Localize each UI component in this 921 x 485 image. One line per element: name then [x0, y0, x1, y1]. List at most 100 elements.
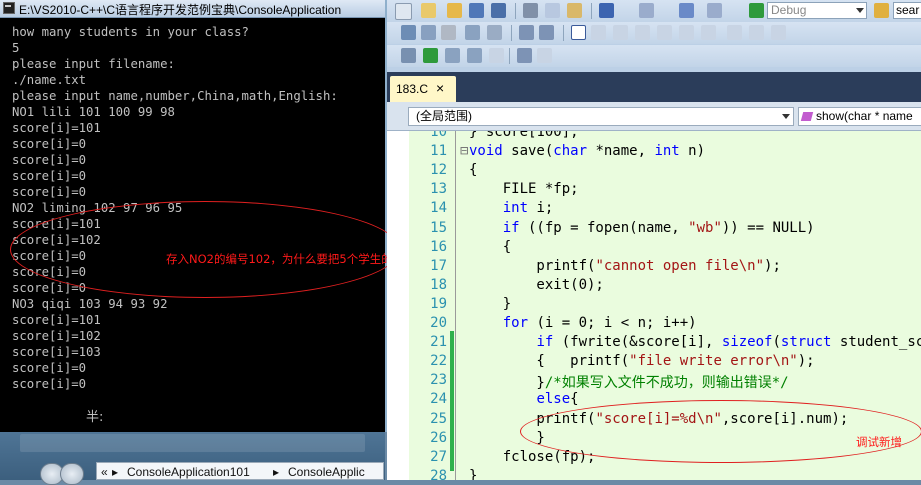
code-token: { — [570, 391, 579, 408]
undo-icon[interactable] — [599, 3, 614, 18]
code-token: } — [469, 375, 545, 392]
rebuild-icon[interactable] — [445, 48, 460, 63]
console-line: score[i]=103 — [12, 345, 101, 359]
code-token: ((fp = fopen(name, — [519, 219, 689, 236]
find-input[interactable]: sear — [893, 2, 921, 19]
previous-bookmark-icon[interactable] — [635, 25, 650, 40]
solution-configuration-select[interactable]: Debug — [767, 2, 867, 19]
increase-indent-icon[interactable] — [539, 25, 554, 40]
code-token: ( — [772, 334, 781, 351]
comment-out-icon[interactable] — [571, 25, 586, 40]
cut-icon[interactable] — [523, 3, 538, 18]
complete-word-icon[interactable] — [487, 25, 502, 40]
annotation-ellipse-right — [520, 400, 921, 463]
console-line: NO3 qiqi 103 94 93 92 — [12, 297, 168, 311]
code-line[interactable]: for (i = 0; i < n; i++) — [469, 315, 697, 331]
code-line[interactable]: } — [469, 296, 511, 312]
explorer-breadcrumb[interactable]: « ▸ ConsoleApplication101 ▸ ConsoleAppli… — [96, 462, 384, 480]
code-line[interactable]: { printf("file write error\n"); — [469, 353, 815, 370]
toolbar-overflow-icon[interactable] — [537, 48, 552, 63]
console-line: score[i]=0 — [12, 361, 87, 375]
cancel-build-icon[interactable] — [489, 48, 504, 63]
clear-bookmarks-icon[interactable] — [727, 25, 742, 40]
start-debugging-icon[interactable] — [749, 3, 764, 18]
paste-icon[interactable] — [567, 3, 582, 18]
console-line: score[i]=0 — [12, 169, 87, 183]
console-line: how many students in your class? — [12, 25, 249, 39]
console-title-bar[interactable]: E:\VS2010-C++\C语言程序开发范例宝典\ConsoleApplica… — [0, 0, 385, 18]
breadcrumb-item-project[interactable]: ConsoleApplication101 — [127, 465, 250, 479]
add-item-icon[interactable] — [421, 3, 436, 18]
code-line[interactable]: FILE *fp; — [469, 181, 579, 197]
line-number: 16 — [430, 238, 447, 255]
console-line: 5 — [12, 41, 20, 55]
toggle-bookmark-icon[interactable] — [613, 25, 628, 40]
uncomment-icon[interactable] — [591, 25, 606, 40]
console-title: E:\VS2010-C++\C语言程序开发范例宝典\ConsoleApplica… — [19, 3, 342, 17]
code-line[interactable]: } — [469, 468, 477, 480]
next-bookmark-in-folder-icon[interactable] — [701, 25, 716, 40]
breadcrumb-item-folder[interactable]: ConsoleApplic — [288, 465, 365, 479]
scope-dropdown[interactable]: (全局范围) — [408, 107, 794, 126]
console-line: NO1 lili 101 100 99 98 — [12, 105, 175, 119]
find-in-files-icon[interactable] — [874, 3, 889, 18]
explorer-tab-strip — [20, 434, 365, 452]
chevron-down-icon — [782, 114, 790, 119]
code-token: (i = 0; i < n; i++) — [528, 315, 697, 331]
code-line[interactable]: printf("cannot open file\n"); — [469, 257, 780, 274]
code-line[interactable]: int i; — [469, 200, 554, 216]
bookmark-window-icon[interactable] — [749, 25, 764, 40]
line-number: 18 — [430, 276, 447, 293]
code-line[interactable]: void save(char *name, int n) — [469, 143, 705, 159]
decrease-indent-icon[interactable] — [519, 25, 534, 40]
document-tab-strip: 183.C × — [387, 72, 921, 102]
publish-icon[interactable] — [467, 48, 482, 63]
line-number: 27 — [430, 448, 447, 465]
code-keyword: if — [502, 219, 520, 236]
new-project-icon[interactable] — [395, 3, 412, 20]
code-line[interactable]: else{ — [469, 391, 579, 408]
code-line[interactable]: } score[100]; — [469, 131, 579, 140]
code-token: student_score — [839, 334, 921, 351]
navigate-backward-icon[interactable] — [679, 3, 694, 18]
outlining-margin — [455, 131, 456, 480]
collapse-icon[interactable]: ⊟ — [460, 143, 468, 159]
code-keyword: int — [654, 143, 680, 160]
code-line[interactable]: { — [469, 239, 511, 255]
code-editor[interactable]: 10 11 12 13 14 15 16 17 18 19 20 21 22 23 24 25 26 27 28 }… — [387, 131, 921, 480]
list-members-icon[interactable] — [421, 25, 436, 40]
parameter-info-icon[interactable] — [441, 25, 456, 40]
code-string: "cannot open file\n" — [595, 257, 765, 274]
code-line[interactable]: if (fwrite(&score[i], sizeof(struct stud… — [469, 334, 921, 350]
next-bookmark-icon[interactable] — [657, 25, 672, 40]
member-dropdown[interactable]: show(char * name — [798, 107, 921, 126]
build-solution-icon[interactable] — [401, 48, 416, 63]
tab-183-c[interactable]: 183.C × — [390, 76, 456, 102]
toolbar-options-icon[interactable] — [771, 25, 786, 40]
build-selection-icon[interactable] — [423, 48, 438, 63]
forward-arrow-icon[interactable] — [60, 463, 84, 485]
code-token: n) — [679, 143, 706, 160]
code-token: save( — [502, 143, 554, 160]
code-token: { — [469, 238, 512, 255]
attach-process-icon[interactable] — [517, 48, 532, 63]
navigate-forward-icon[interactable] — [707, 3, 722, 18]
open-file-icon[interactable] — [447, 3, 462, 18]
line-number: 21 — [430, 334, 447, 351]
code-line[interactable]: if ((fp = fopen(name, "wb")) == NULL) — [469, 220, 815, 236]
quick-info-icon[interactable] — [465, 25, 480, 40]
object-browser-icon[interactable] — [401, 25, 416, 40]
code-token: } — [469, 295, 512, 312]
code-line[interactable]: }/*如果写入文件不成功，则输出错误*/ — [469, 372, 788, 392]
code-token: ); — [797, 353, 815, 370]
save-all-icon[interactable] — [491, 3, 506, 18]
close-icon[interactable]: × — [436, 81, 444, 95]
save-icon[interactable] — [469, 3, 484, 18]
copy-icon[interactable] — [545, 3, 560, 18]
previous-bookmark-in-folder-icon[interactable] — [679, 25, 694, 40]
code-line[interactable]: { — [469, 162, 477, 178]
code-line[interactable]: exit(0); — [469, 277, 603, 293]
redo-icon[interactable] — [639, 3, 654, 18]
